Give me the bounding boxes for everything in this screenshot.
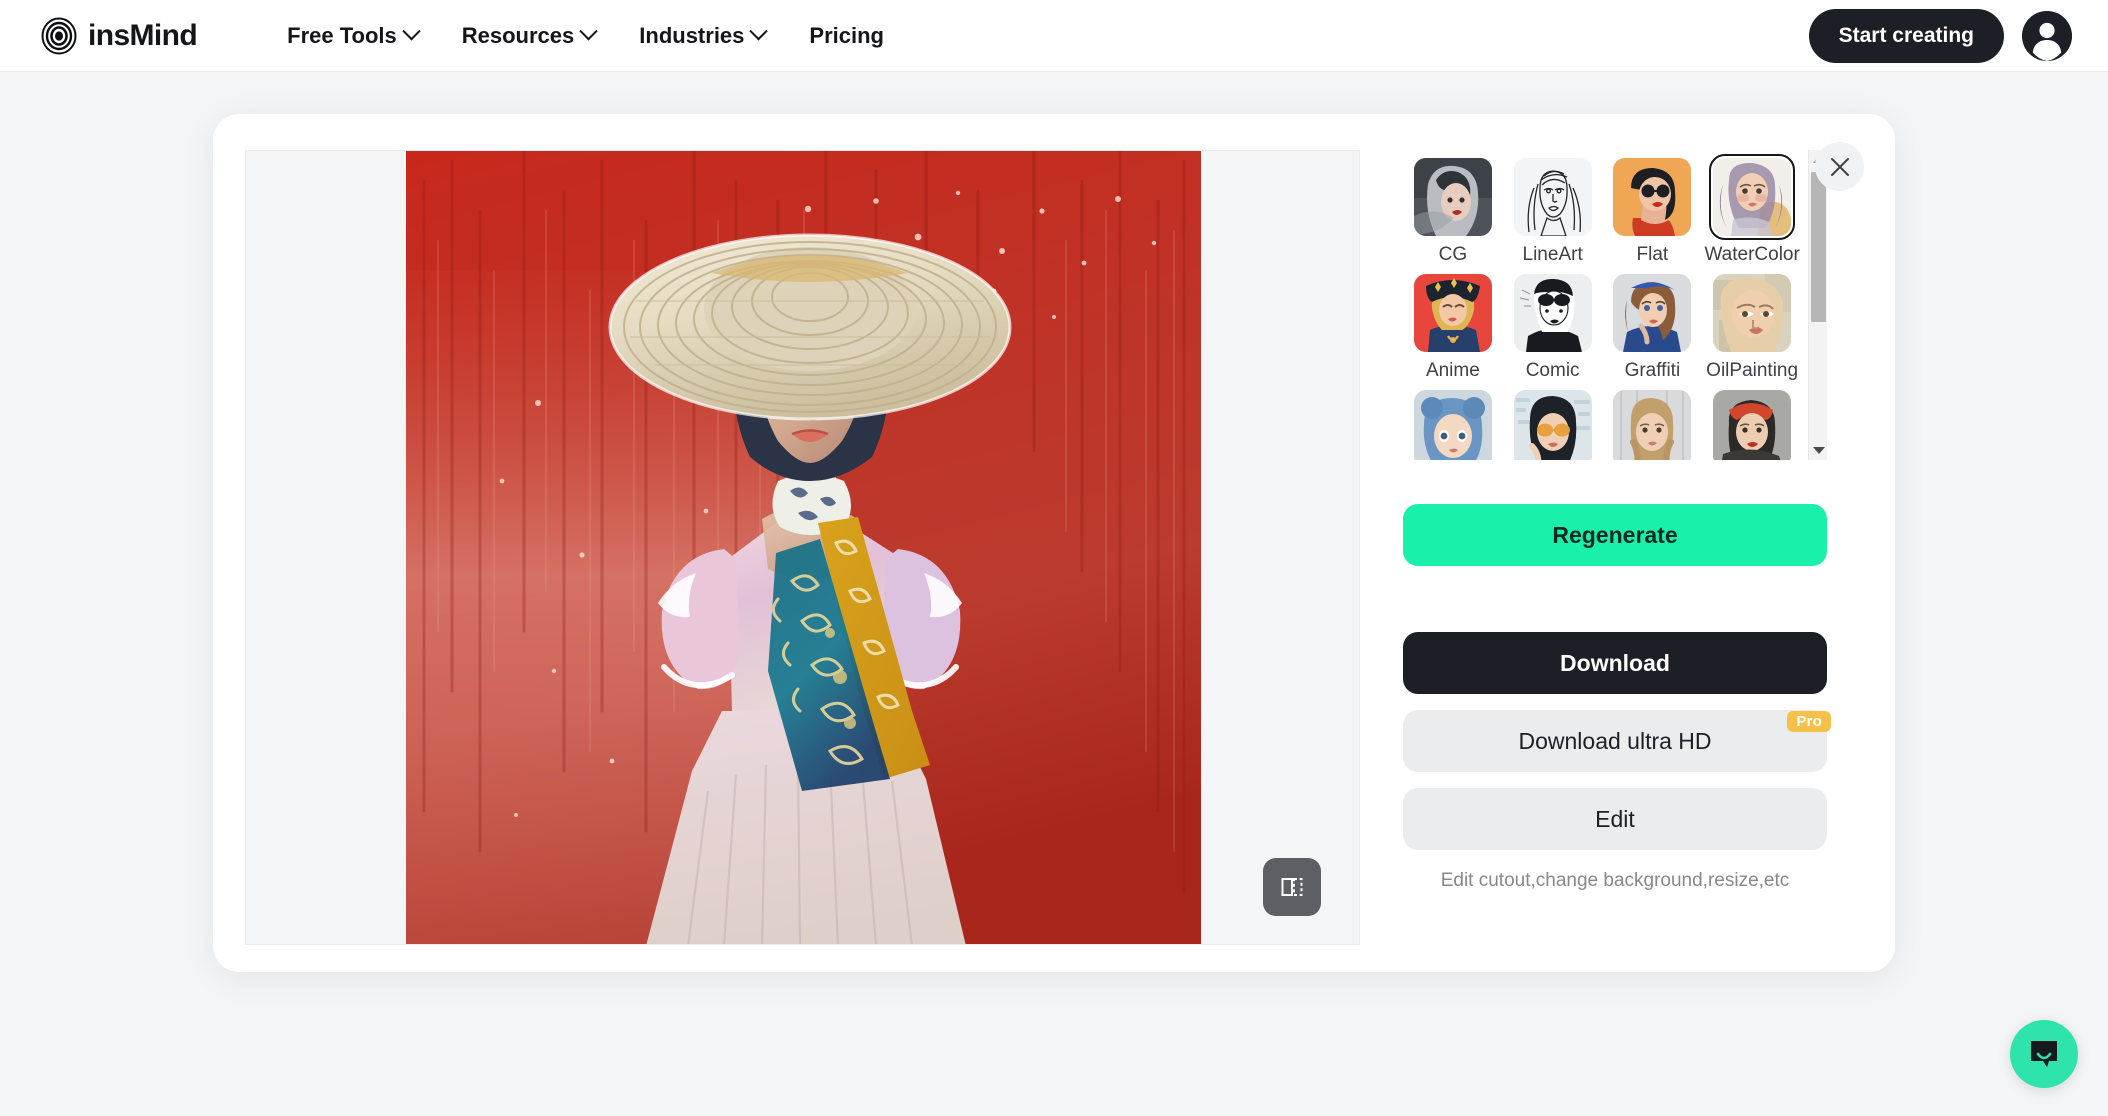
close-icon bbox=[1830, 157, 1849, 176]
brand-name: insMind bbox=[88, 18, 198, 52]
nav-links: Free Tools Resources Industries Pricing bbox=[265, 15, 906, 57]
style-thumbnail bbox=[1613, 158, 1692, 236]
style-option-row3-4[interactable] bbox=[1702, 382, 1802, 460]
style-label: Anime bbox=[1425, 359, 1480, 381]
style-option-row3-1[interactable] bbox=[1403, 382, 1503, 460]
style-thumbnail bbox=[1709, 154, 1796, 240]
style-thumbnail bbox=[1613, 389, 1692, 460]
style-thumbnail bbox=[1613, 273, 1692, 352]
style-label: Graffiti bbox=[1624, 359, 1681, 381]
compare-split-icon bbox=[1281, 878, 1303, 896]
style-option-watercolor[interactable]: WaterColor bbox=[1702, 150, 1802, 266]
chevron-down-icon bbox=[749, 22, 769, 41]
style-option-anime[interactable]: Anime bbox=[1403, 266, 1503, 382]
nav-item-resources[interactable]: Resources bbox=[440, 15, 618, 57]
style-label: WaterColor bbox=[1704, 244, 1800, 265]
options-panel: CG LineArt Flat WaterColor Anime Comic G… bbox=[1403, 150, 1831, 892]
chevron-down-icon bbox=[579, 22, 598, 41]
style-label: OilPainting bbox=[1706, 359, 1799, 381]
style-option-row3-2[interactable] bbox=[1503, 382, 1603, 460]
style-label: CG bbox=[1438, 244, 1468, 265]
edit-hint-text: Edit cutout,change background,resize,etc bbox=[1440, 870, 1790, 891]
style-label: LineArt bbox=[1522, 244, 1583, 265]
scrollbar-thumb[interactable] bbox=[1811, 172, 1826, 322]
style-thumbnail bbox=[1513, 389, 1592, 460]
nav-item-pricing[interactable]: Pricing bbox=[787, 15, 906, 57]
nav-item-label: Free Tools bbox=[287, 22, 397, 48]
style-option-cg[interactable]: CG bbox=[1403, 150, 1503, 266]
pro-badge: Pro bbox=[1787, 711, 1831, 732]
style-grid-scrollbar[interactable] bbox=[1808, 150, 1827, 460]
style-option-comic[interactable]: Comic bbox=[1503, 266, 1603, 382]
chevron-down-icon bbox=[1812, 447, 1825, 454]
start-creating-button[interactable]: Start creating bbox=[1808, 8, 2004, 63]
style-thumbnail bbox=[1713, 273, 1792, 352]
style-thumbnail bbox=[1513, 158, 1592, 236]
style-label: Flat bbox=[1636, 244, 1669, 265]
style-option-graffiti[interactable]: Graffiti bbox=[1603, 266, 1703, 382]
compare-before-after-button[interactable] bbox=[1263, 858, 1321, 916]
chat-support-button[interactable] bbox=[2010, 1020, 2078, 1088]
style-label: Comic bbox=[1525, 359, 1580, 381]
style-option-lineart[interactable]: LineArt bbox=[1503, 150, 1603, 266]
generated-artwork bbox=[406, 151, 1201, 944]
user-avatar[interactable] bbox=[2022, 10, 2072, 61]
nav-item-free-tools[interactable]: Free Tools bbox=[265, 15, 440, 57]
style-thumbnail bbox=[1413, 158, 1492, 236]
close-modal-button[interactable] bbox=[1815, 142, 1864, 191]
navbar-right: Start creating bbox=[1808, 8, 2072, 63]
style-picker: CG LineArt Flat WaterColor Anime Comic G… bbox=[1403, 150, 1827, 460]
user-avatar-icon bbox=[2022, 10, 2072, 61]
top-navbar: insMind Free Tools Resources Industries … bbox=[0, 0, 2108, 72]
style-thumbnail bbox=[1413, 273, 1492, 352]
nav-item-industries[interactable]: Industries bbox=[617, 15, 787, 57]
chevron-down-icon bbox=[402, 22, 421, 41]
download-ultra-row: Download ultra HD Pro bbox=[1403, 710, 1831, 772]
edit-button[interactable]: Edit bbox=[1403, 788, 1827, 850]
nav-item-label: Resources bbox=[461, 22, 575, 48]
nav-item-label: Industries bbox=[639, 22, 745, 48]
download-button[interactable]: Download bbox=[1403, 632, 1827, 694]
style-option-oilpainting[interactable]: OilPainting bbox=[1702, 266, 1802, 382]
style-thumbnail bbox=[1713, 389, 1792, 460]
result-modal: CG LineArt Flat WaterColor Anime Comic G… bbox=[213, 114, 1895, 972]
style-grid: CG LineArt Flat WaterColor Anime Comic G… bbox=[1403, 150, 1808, 460]
chat-bubble-icon bbox=[2031, 1041, 2057, 1067]
concentric-rings-logo-icon bbox=[40, 17, 78, 55]
brand-logo[interactable]: insMind bbox=[40, 17, 198, 55]
style-option-flat[interactable]: Flat bbox=[1603, 150, 1703, 266]
regenerate-button[interactable]: Regenerate bbox=[1403, 504, 1827, 566]
style-thumbnail bbox=[1513, 273, 1592, 352]
download-ultra-hd-button[interactable]: Download ultra HD bbox=[1403, 710, 1827, 772]
scroll-down-button[interactable] bbox=[1809, 441, 1828, 460]
style-thumbnail bbox=[1413, 389, 1492, 460]
style-option-row3-3[interactable] bbox=[1603, 382, 1703, 460]
nav-item-label: Pricing bbox=[809, 22, 884, 48]
image-preview-pane bbox=[245, 150, 1360, 945]
